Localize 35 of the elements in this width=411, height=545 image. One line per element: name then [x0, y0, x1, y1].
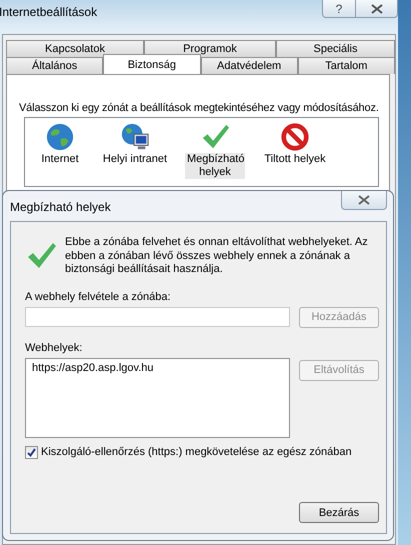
tab[interactable]: Biztonság [103, 54, 200, 74]
close-icon [370, 4, 382, 14]
help-button[interactable]: ? [322, 0, 356, 18]
tab[interactable]: Adatvédelem [200, 57, 298, 74]
prohibited-icon [280, 122, 310, 152]
close-button[interactable] [356, 0, 398, 18]
tab[interactable]: Speciális [276, 40, 395, 57]
checkbox-label: Kiszolgáló-ellenőrzés (https:) megkövetelése az egész zónában [41, 446, 352, 458]
close-icon [358, 195, 370, 205]
list-label: Webhelyek: [25, 342, 84, 354]
close-button[interactable]: Bezárás [299, 502, 379, 523]
site-list[interactable]: https://asp20.asp.lgov.hu [25, 358, 290, 438]
tab[interactable]: Kapcsolatok [6, 40, 144, 57]
close-button[interactable] [341, 191, 387, 210]
instruction-text: Válasszon ki egy zónát a beállítások megtekintéséhez vagy módosításához. [19, 101, 380, 115]
tab[interactable]: Programok [144, 40, 276, 57]
checkbox[interactable] [25, 446, 38, 458]
input-field[interactable] [25, 306, 290, 326]
description-text: Ebbe a zónába felvehet és onnan eltávolíthat webhelyeket. Az ebben a zónában lévő összes webhely ennek a zónának a biztonsági beállításait használja. [65, 236, 368, 276]
window-title: Internetbeállítások [0, 5, 98, 19]
field-label: A webhely felvétele a zónába: [25, 290, 172, 302]
zone-label: Helyi intranet [102, 153, 168, 166]
site-item[interactable]: https://asp20.asp.lgov.hu [32, 362, 154, 374]
zone-item[interactable]: Helyi intranet [95, 122, 175, 186]
zone-label: Megbízható helyek [185, 153, 245, 179]
globe-icon [45, 122, 75, 152]
zone-label: Internet [40, 153, 80, 166]
tab[interactable]: Tartalom [298, 57, 395, 74]
tab[interactable]: Általános [6, 57, 104, 74]
zone-item[interactable]: Internet [25, 122, 95, 186]
globe-monitor-icon [120, 122, 150, 152]
zone-item[interactable]: Tiltott helyek [255, 122, 335, 186]
zone-item[interactable]: Megbízható helyek [175, 122, 255, 186]
zone-label: Tiltott helyek [263, 153, 327, 166]
dialog-title: Megbízható helyek [10, 200, 111, 214]
